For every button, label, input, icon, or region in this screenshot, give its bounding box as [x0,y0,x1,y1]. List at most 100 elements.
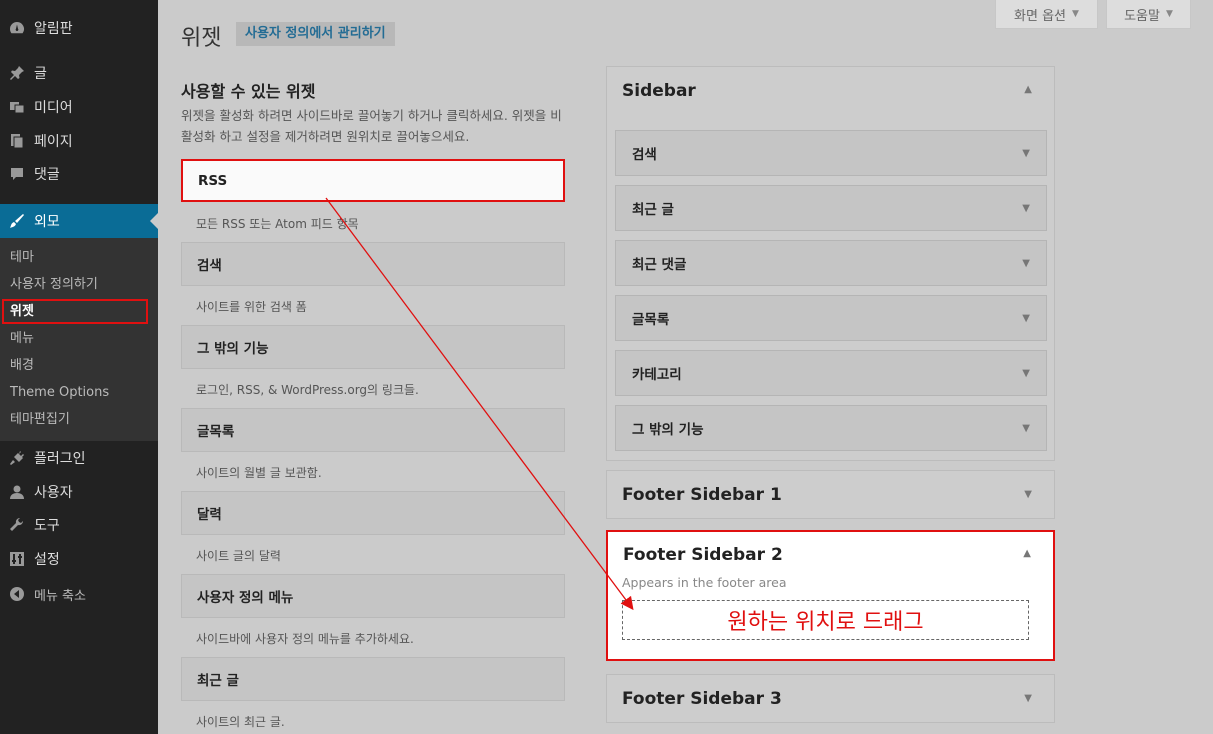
caret-down-icon[interactable]: ▼ [1022,258,1030,269]
footer-sidebar-2-description: Appears in the footer area [622,575,787,590]
manage-customizer-button[interactable]: 사용자 정의에서 관리하기 [236,22,395,46]
help-label: 도움말 [1124,8,1160,24]
menu-label: 플러그인 [34,451,86,467]
footer-sidebar-1-title: Footer Sidebar 1 [622,485,782,505]
admin-menu: 알림판 글 미디어 페이지 댓글 외모 테마 사용자 정의하기 위젯 메뉴 배경… [0,0,158,734]
caret-down-icon[interactable]: ▼ [1022,203,1030,214]
sidebar-area: Sidebar ▲ 검색 ▼ 최근 글 ▼ 최근 댓글 ▼ 글목록 ▼ 카테고리 ▼ 그 … [606,66,1055,461]
menu-label: 설정 [34,552,60,568]
menu-label: 도구 [34,518,60,534]
footer-sidebar-3-title: Footer Sidebar 3 [622,689,782,709]
submenu-menus[interactable]: 메뉴 [10,329,34,349]
menu-label: 글 [34,66,47,82]
menu-label: 메뉴 축소 [34,588,86,604]
screen-options-tab[interactable]: 화면 옵션 ▼ [995,0,1098,29]
wrench-icon [0,517,34,533]
caret-down-icon[interactable]: ▼ [1022,423,1030,434]
sidebar-widget[interactable]: 검색 ▼ [615,130,1047,176]
dashboard-icon [0,20,34,36]
widget-description: 모든 RSS 또는 Atom 피드 항목 [196,217,359,231]
submenu-themes[interactable]: 테마 [10,248,34,268]
widgets-highlight-box [2,299,148,324]
menu-users[interactable]: 사용자 [0,475,158,509]
pages-icon [0,133,34,149]
caret-down-icon[interactable]: ▼ [1024,693,1032,704]
menu-plugins[interactable]: 플러그인 [0,441,158,475]
settings-icon [0,551,34,567]
widget-drop-zone[interactable]: 원하는 위치로 드래그 [622,600,1029,640]
sidebar-widget[interactable]: 글목록 ▼ [615,295,1047,341]
widget-title: 글목록 [197,424,235,440]
caret-down-icon: ▼ [1165,9,1173,19]
sidebar-widget[interactable]: 최근 댓글 ▼ [615,240,1047,286]
plugin-icon [0,450,34,466]
widget-title: 최근 댓글 [632,257,687,273]
sidebar-widget[interactable]: 카테고리 ▼ [615,350,1047,396]
menu-tools[interactable]: 도구 [0,508,158,542]
menu-label: 외모 [34,214,60,230]
widget-title: 최근 글 [632,202,674,218]
menu-posts[interactable]: 글 [0,56,158,90]
widget-rss[interactable]: RSS [181,159,565,202]
brush-icon [0,213,34,229]
caret-down-icon[interactable]: ▼ [1022,368,1030,379]
submenu-theme-options[interactable]: Theme Options [10,383,109,403]
widget-description: 사이드바에 사용자 정의 메뉴를 추가하세요. [196,632,414,646]
widget-title: 검색 [197,258,222,274]
menu-media[interactable]: 미디어 [0,90,158,124]
footer-sidebar-1[interactable]: Footer Sidebar 1 ▼ [606,470,1055,519]
submenu-customize[interactable]: 사용자 정의하기 [10,275,98,295]
footer-sidebar-3[interactable]: Footer Sidebar 3 ▼ [606,674,1055,723]
menu-label: 알림판 [34,21,73,37]
widget-title: 사용자 정의 메뉴 [197,590,294,606]
collapse-icon [0,586,34,602]
caret-down-icon[interactable]: ▼ [1024,489,1032,500]
widget-title: 달력 [197,507,222,523]
caret-down-icon: ▼ [1072,9,1079,19]
caret-down-icon[interactable]: ▼ [1022,148,1030,159]
media-icon [0,99,34,115]
caret-up-icon[interactable]: ▲ [1024,84,1032,95]
submenu-theme-editor[interactable]: 테마편집기 [10,410,70,430]
widget-description: 사이트의 최근 글. [196,715,285,729]
caret-up-icon[interactable]: ▲ [1023,548,1031,559]
pin-icon [0,65,34,81]
page-title: 위젯 [181,26,222,51]
widget-archives[interactable]: 글목록 [181,408,565,452]
menu-label: 댓글 [34,167,60,183]
help-tab[interactable]: 도움말 ▼ [1106,0,1191,29]
comment-icon [0,166,34,182]
widget-custom-menu[interactable]: 사용자 정의 메뉴 [181,574,565,618]
menu-label: 페이지 [34,134,73,150]
menu-pages[interactable]: 페이지 [0,124,158,158]
widget-description: 사이트 글의 달력 [196,549,281,563]
available-widgets-heading: 사용할 수 있는 위젯 [181,82,316,101]
user-icon [0,484,34,500]
drop-hint-text: 원하는 위치로 드래그 [727,610,924,635]
caret-down-icon[interactable]: ▼ [1022,313,1030,324]
sidebar-widget[interactable]: 그 밖의 기능 ▼ [615,405,1047,451]
widget-description: 로그인, RSS, & WordPress.org의 링크들. [196,383,419,397]
menu-dashboard[interactable]: 알림판 [0,11,158,45]
sidebar-area-title[interactable]: Sidebar [622,81,696,101]
submenu-background[interactable]: 배경 [10,356,34,376]
widget-recent-posts[interactable]: 최근 글 [181,657,565,701]
screen-options-label: 화면 옵션 [1014,8,1067,24]
menu-label: 사용자 [34,485,73,501]
widget-calendar[interactable]: 달력 [181,491,565,535]
menu-appearance[interactable]: 외모 [0,204,158,238]
footer-sidebar-2[interactable]: Footer Sidebar 2 ▲ Appears in the footer… [606,530,1055,661]
sidebar-widget[interactable]: 최근 글 ▼ [615,185,1047,231]
menu-comments[interactable]: 댓글 [0,157,158,191]
widget-title: 검색 [632,147,657,163]
menu-collapse[interactable]: 메뉴 축소 [0,577,158,611]
widget-meta[interactable]: 그 밖의 기능 [181,325,565,369]
widget-title: 최근 글 [197,673,239,689]
widget-search[interactable]: 검색 [181,242,565,286]
menu-settings[interactable]: 설정 [0,542,158,576]
widget-title: RSS [198,172,228,189]
widget-title: 그 밖의 기능 [197,341,269,357]
footer-sidebar-2-title: Footer Sidebar 2 [623,545,783,565]
widget-title: 카테고리 [632,367,682,383]
widget-title: 그 밖의 기능 [632,422,704,438]
